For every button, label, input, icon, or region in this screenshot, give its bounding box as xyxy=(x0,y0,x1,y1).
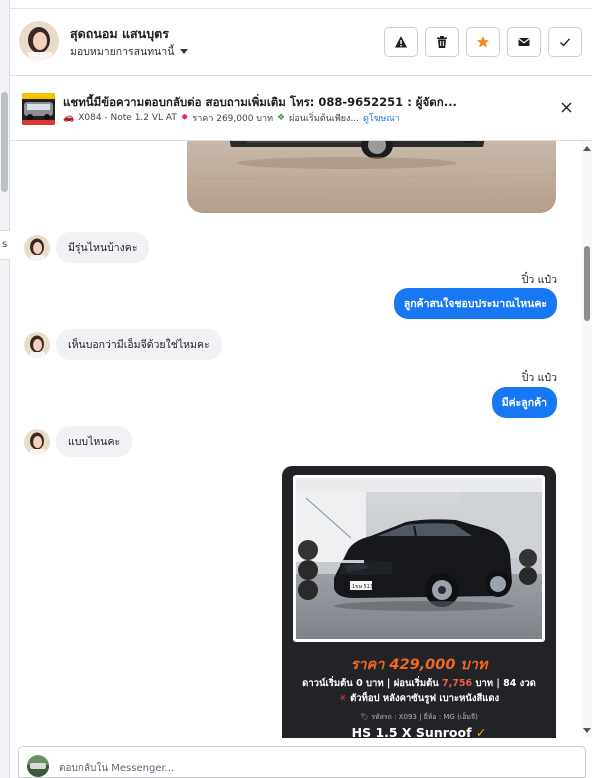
inbox-conversation-panel: s สุดถนอม แสนบุตร มอบหมายการสนทนานี้ แชท… xyxy=(0,0,592,778)
assign-label: มอบหมายการสนทนานี้ xyxy=(70,46,175,58)
close-banner-button[interactable] xyxy=(558,99,574,115)
ad-installment: ผ่อนเริ่มต้นเพียง... xyxy=(289,114,360,124)
header-actions xyxy=(384,27,582,57)
envelope-icon xyxy=(518,38,530,46)
tag-icon: 🏷 xyxy=(360,713,370,721)
contact-avatar-small xyxy=(24,234,50,261)
reply-composer[interactable]: ตอบกลับใน Messenger... xyxy=(18,746,586,778)
scroll-down-arrow-icon[interactable] xyxy=(583,728,591,733)
ad-details: 🚗 X084 - Note 1.2 VL AT ✸ ราคา 269,000 บ… xyxy=(63,111,400,125)
car-icon: 🚗 xyxy=(63,113,75,123)
license-plate: 1ขษ 513 xyxy=(352,584,373,590)
ad-title: แชทนี้มีข้อความตอบกลับต่อ สอบถามเพิ่มเติ… xyxy=(63,95,457,109)
caret-down-icon xyxy=(180,49,189,54)
message-bubble-incoming[interactable]: แบบไหนคะ xyxy=(56,426,133,457)
trash-icon xyxy=(437,36,447,48)
message-thread[interactable]: มีรุ่นไหนบ้างคะ ปิ๋ว แป๋ว ลูกค้าสนใจชอบป… xyxy=(10,141,582,738)
left-scrollbar-thumb[interactable] xyxy=(1,92,8,192)
mark-unread-button[interactable] xyxy=(507,27,541,57)
check-icon xyxy=(560,38,571,47)
finance-amount: 7,756 xyxy=(442,678,473,689)
mark-done-button[interactable] xyxy=(548,27,582,57)
car-meta: 🏷 รหัสรถ : X093 | ยี่ห้อ : MG (เอ็มจี) xyxy=(282,712,556,723)
view-ad-link[interactable]: ดูโฆษณา xyxy=(363,111,400,125)
message-bubble-outgoing[interactable]: ลูกค้าสนใจชอบประมาณไหนคะ xyxy=(393,288,557,319)
scroll-up-arrow-icon[interactable] xyxy=(583,146,591,151)
contact-avatar[interactable] xyxy=(19,21,59,61)
ad-price: ราคา 269,000 บาท xyxy=(192,114,274,124)
reply-input[interactable]: ตอบกลับใน Messenger... xyxy=(59,761,174,776)
car-model: HS 1.5 X Sunroof ✓ xyxy=(282,725,556,738)
ad-thumbnail xyxy=(22,93,55,125)
warning-icon xyxy=(395,36,407,48)
sender-name: ปิ๋ว แป๋ว xyxy=(521,372,557,384)
left-scrollbar[interactable] xyxy=(0,0,10,778)
delete-button[interactable] xyxy=(425,27,459,57)
car-photo: 1ขษ 513 xyxy=(293,475,545,642)
ad-model: X084 - Note 1.2 VL AT xyxy=(78,113,177,123)
cross-icon: ✳ xyxy=(338,693,347,704)
conversation-header: สุดถนอม แสนบุตร มอบหมายการสนทนานี้ xyxy=(10,8,592,76)
star-icon xyxy=(477,36,489,48)
mark-spam-button[interactable] xyxy=(384,27,418,57)
message-bubble-incoming[interactable]: เห็นบอกว่ามีเอ็มจีด้วยใช่ไหมคะ xyxy=(56,329,222,360)
car-features: ✳ ตัวท็อป หลังคาซันรูฟ เบาะหนังสีแดง xyxy=(282,691,556,706)
sparkle-icon: ✸ xyxy=(180,113,189,123)
assign-conversation-dropdown[interactable]: มอบหมายการสนทนานี้ xyxy=(70,43,189,60)
message-bubble-outgoing[interactable]: มีค่ะลูกค้า xyxy=(491,387,557,418)
features-text: ตัวท็อป หลังคาซันรูฟ เบาะหนังสีแดง xyxy=(350,693,500,704)
contact-avatar-small xyxy=(24,428,50,455)
incoming-message-row: มีรุ่นไหนบ้างคะ xyxy=(24,232,150,263)
page-avatar xyxy=(27,755,49,777)
side-tab-label: s xyxy=(2,239,8,250)
ad-context-banner: แชทนี้มีข้อความตอบกลับต่อ สอบถามเพิ่มเติ… xyxy=(10,77,592,141)
verified-check-icon: ✓ xyxy=(475,725,487,738)
car-meta-text: รหัสรถ : X093 | ยี่ห้อ : MG (เอ็มจี) xyxy=(371,713,478,721)
car-model-name: HS 1.5 X Sunroof xyxy=(351,725,472,738)
car-listing-image-message[interactable]: 1ขษ 513 ราคา 429,000 บาท ดาวน์เริ่มต้น 0… xyxy=(282,466,556,738)
finance-suffix: บาท | 84 งวด xyxy=(475,678,536,689)
car-finance: ดาวน์เริ่มต้น 0 บาท | ผ่อนเริ่มต้น 7,756… xyxy=(282,676,556,691)
money-icon: ❖ xyxy=(277,113,286,123)
contact-avatar-small xyxy=(24,331,50,358)
finance-prefix: ดาวน์เริ่มต้น 0 บาท | ผ่อนเริ่มต้น xyxy=(302,678,439,689)
sender-name: ปิ๋ว แป๋ว xyxy=(521,274,557,286)
contact-name[interactable]: สุดถนอม แสนบุตร xyxy=(70,24,169,44)
thread-scrollbar-thumb[interactable] xyxy=(584,246,590,321)
car-price: ราคา 429,000 บาท xyxy=(350,657,488,673)
incoming-message-row: แบบไหนคะ xyxy=(24,426,133,457)
thread-scrollbar[interactable] xyxy=(582,141,592,738)
incoming-message-row: เห็นบอกว่ามีเอ็มจีด้วยใช่ไหมคะ xyxy=(24,329,222,360)
message-bubble-incoming[interactable]: มีรุ่นไหนบ้างคะ xyxy=(56,232,150,263)
star-button[interactable] xyxy=(466,27,500,57)
image-message[interactable] xyxy=(187,141,556,213)
close-icon xyxy=(561,102,571,112)
